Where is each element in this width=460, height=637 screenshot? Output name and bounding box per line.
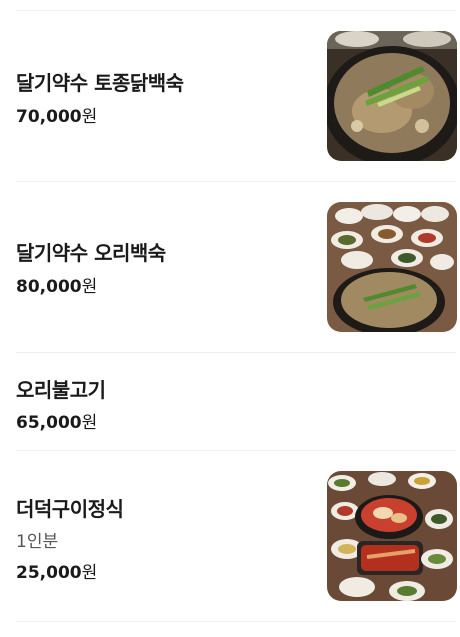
menu-item-name: 오리불고기 bbox=[16, 378, 106, 402]
menu-item-name: 더덕구이정식 bbox=[16, 497, 124, 521]
menu-item[interactable]: 달기약수 토종닭백숙 70,000원 bbox=[0, 11, 460, 181]
price-value: 65,000 bbox=[16, 413, 82, 433]
food-photo-icon bbox=[327, 202, 457, 332]
menu-item-price: 80,000원 bbox=[16, 272, 97, 297]
price-value: 25,000 bbox=[16, 563, 82, 583]
food-photo-icon bbox=[327, 31, 457, 161]
menu-item-description: 1인분 bbox=[16, 532, 59, 552]
menu-item[interactable]: 달기약수 오리백숙 80,000원 bbox=[0, 182, 460, 352]
food-photo-icon bbox=[327, 471, 457, 601]
price-currency: 원 bbox=[81, 413, 98, 433]
menu-item-name: 달기약수 토종닭백숙 bbox=[16, 71, 184, 95]
price-value: 70,000 bbox=[16, 107, 82, 127]
menu-item-photo[interactable] bbox=[327, 31, 457, 161]
price-currency: 원 bbox=[81, 563, 98, 583]
menu-item-price: 65,000원 bbox=[16, 408, 97, 433]
price-value: 80,000 bbox=[16, 277, 82, 297]
menu-item[interactable]: 오리불고기 65,000원 bbox=[0, 353, 460, 450]
menu-item-price: 25,000원 bbox=[16, 558, 97, 583]
menu-item-name: 달기약수 오리백숙 bbox=[16, 241, 166, 265]
menu-item[interactable]: 더덕구이정식 1인분 25,000원 bbox=[0, 451, 460, 621]
divider bbox=[16, 621, 456, 622]
price-currency: 원 bbox=[81, 107, 98, 127]
menu-item-photo[interactable] bbox=[327, 471, 457, 601]
menu-item-price: 70,000원 bbox=[16, 102, 97, 127]
menu-item-photo[interactable] bbox=[327, 202, 457, 332]
price-currency: 원 bbox=[81, 277, 98, 297]
